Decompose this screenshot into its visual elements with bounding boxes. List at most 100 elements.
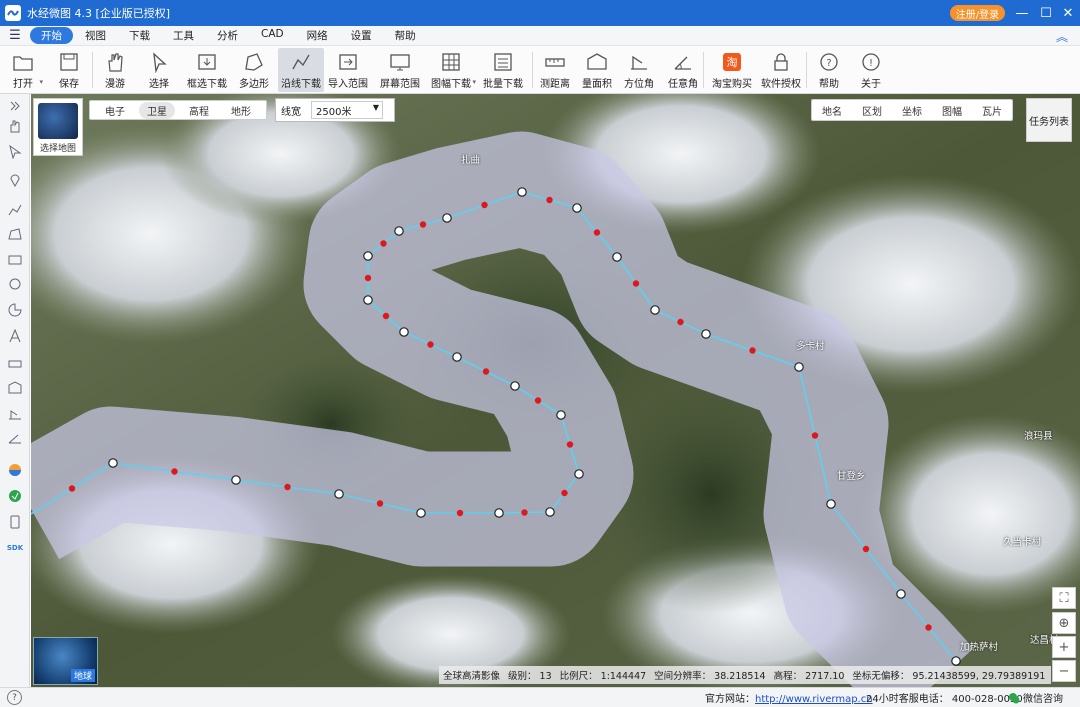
route-vertex-handle[interactable]: [394, 226, 404, 236]
wechat-consult[interactable]: 微信咨询: [1008, 690, 1063, 705]
toolbar-info-button[interactable]: ! 关于: [853, 48, 889, 92]
expand-panel-icon[interactable]: [5, 96, 25, 116]
marker-icon[interactable]: [5, 170, 25, 190]
route-vertex-handle[interactable]: [701, 329, 711, 339]
task-list-button[interactable]: 任务列表: [1026, 98, 1072, 142]
device-icon[interactable]: [5, 512, 25, 532]
area-measure-icon[interactable]: [5, 378, 25, 398]
toolbar-save-button[interactable]: 保存: [50, 48, 88, 92]
text-label-icon[interactable]: [5, 326, 25, 346]
route-vertex-handle[interactable]: [363, 251, 373, 261]
measure-ruler-icon[interactable]: [5, 354, 25, 374]
route-midpoint-handle[interactable]: [364, 274, 372, 282]
route-midpoint-handle[interactable]: [811, 432, 819, 439]
toolbar-ruler-button[interactable]: 测距离: [534, 48, 576, 92]
toolbar-hand-button[interactable]: 漫游: [96, 48, 134, 92]
select-arrow-icon[interactable]: [5, 142, 25, 162]
layer-toggle[interactable]: 区划: [852, 103, 892, 118]
azimuth-icon[interactable]: [5, 404, 25, 424]
basemap-selector[interactable]: 选择地图: [33, 98, 83, 156]
route-midpoint-handle[interactable]: [677, 318, 684, 326]
map-type-option[interactable]: 卫星: [139, 101, 175, 119]
toolbar-import-button[interactable]: 导入范围: [325, 48, 371, 92]
map-view[interactable]: 选择地图 电子 卫星 高程 地形 线宽 2500米 ▼ 地名 区划 坐标 图幅 瓦片 任务列表…: [31, 94, 1080, 687]
sdk-icon[interactable]: SDK: [5, 538, 25, 558]
toolbar-grid-button[interactable]: 图幅下载 ▾: [426, 48, 476, 92]
menu-item[interactable]: 分析: [206, 27, 249, 44]
route-midpoint-handle[interactable]: [925, 624, 932, 631]
locate-icon[interactable]: ⊕: [1052, 612, 1076, 634]
route-vertex-handle[interactable]: [572, 203, 582, 213]
menu-item[interactable]: 帮助: [384, 27, 427, 44]
angle-measure-icon[interactable]: [5, 428, 25, 448]
route-vertex-handle[interactable]: [363, 295, 373, 305]
green-layer-icon[interactable]: [5, 486, 25, 506]
route-vertex-handle[interactable]: [510, 381, 520, 391]
map-type-option[interactable]: 地形: [223, 102, 259, 119]
toolbar-area-button[interactable]: 量面积: [577, 48, 617, 92]
register-login-button[interactable]: 注册/登录: [950, 5, 1005, 21]
route-midpoint-handle[interactable]: [481, 201, 488, 209]
map-type-option[interactable]: 电子: [97, 102, 133, 119]
route-vertex-handle[interactable]: [108, 458, 118, 468]
linewidth-select[interactable]: 2500米 ▼: [311, 101, 383, 119]
route-vertex-handle[interactable]: [794, 362, 804, 372]
route-vertex-handle[interactable]: [517, 187, 527, 197]
help-circle-icon[interactable]: ?: [7, 690, 22, 705]
route-midpoint-handle[interactable]: [427, 341, 434, 348]
globe-view-thumbnail[interactable]: 地球: [33, 637, 98, 685]
menu-item[interactable]: CAD: [250, 27, 295, 44]
route-vertex-handle[interactable]: [612, 252, 622, 262]
layer-toggle[interactable]: 坐标: [892, 103, 932, 118]
toolbar-help-button[interactable]: ? 帮助: [811, 48, 847, 92]
route-midpoint-handle[interactable]: [382, 312, 390, 320]
fullscreen-icon[interactable]: ⛶: [1052, 587, 1076, 609]
hamburger-icon[interactable]: ☰: [0, 28, 30, 43]
toolbar-batch-button[interactable]: 批量下载: [480, 48, 526, 92]
layer-toggle[interactable]: 瓦片: [972, 103, 1012, 118]
collapse-ribbon-icon[interactable]: ︽: [1056, 28, 1068, 45]
toolbar-azimuth-button[interactable]: 方位角: [619, 48, 659, 92]
circle-draw-icon[interactable]: [5, 274, 25, 294]
route-midpoint-handle[interactable]: [482, 368, 490, 375]
route-midpoint-handle[interactable]: [521, 509, 528, 516]
route-midpoint-handle[interactable]: [561, 489, 568, 497]
route-midpoint-handle[interactable]: [749, 347, 756, 354]
zoom-out-button[interactable]: −: [1052, 660, 1076, 682]
route-midpoint-handle[interactable]: [632, 280, 640, 287]
toolbar-cursor-button[interactable]: 选择: [140, 48, 178, 92]
maximize-icon[interactable]: ☐: [1034, 0, 1058, 26]
toolbar-screen-button[interactable]: 屏幕范围: [378, 48, 422, 92]
route-midpoint-handle[interactable]: [380, 240, 387, 247]
route-vertex-handle[interactable]: [650, 305, 660, 315]
route-midpoint-handle[interactable]: [546, 196, 553, 204]
rectangle-draw-icon[interactable]: [5, 250, 25, 270]
toolbar-angle-button[interactable]: 任意角: [662, 48, 704, 92]
toolbar-polygon-button[interactable]: 多边形: [233, 48, 275, 92]
route-midpoint-handle[interactable]: [862, 545, 870, 553]
route-vertex-handle[interactable]: [951, 656, 961, 666]
color-palette-icon[interactable]: [5, 460, 25, 480]
minimize-icon[interactable]: —: [1010, 0, 1034, 26]
toolbar-line-download-button[interactable]: 沿线下载: [278, 48, 324, 92]
route-midpoint-handle[interactable]: [419, 221, 427, 228]
route-vertex-handle[interactable]: [826, 499, 836, 509]
route-midpoint-handle[interactable]: [534, 397, 542, 404]
route-vertex-handle[interactable]: [416, 508, 426, 518]
site-link[interactable]: http://www.rivermap.cn: [755, 694, 873, 705]
route-vertex-handle[interactable]: [231, 475, 241, 485]
route-midpoint-handle[interactable]: [284, 483, 291, 491]
route-vertex-handle[interactable]: [452, 352, 462, 362]
menu-item[interactable]: 设置: [340, 27, 383, 44]
menu-item[interactable]: 开始: [30, 27, 73, 44]
route-midpoint-handle[interactable]: [68, 485, 76, 492]
route-vertex-handle[interactable]: [574, 469, 584, 479]
layer-toggle[interactable]: 图幅: [932, 103, 972, 118]
pan-hand-icon[interactable]: [5, 116, 25, 136]
route-vertex-handle[interactable]: [399, 327, 409, 337]
route-vertex-handle[interactable]: [545, 507, 555, 517]
toolbar-lock-button[interactable]: 软件授权: [758, 48, 804, 92]
toolbar-taobao-button[interactable]: 淘淘宝购买: [708, 48, 756, 92]
menu-item[interactable]: 视图: [74, 27, 117, 44]
menu-item[interactable]: 工具: [162, 27, 205, 44]
